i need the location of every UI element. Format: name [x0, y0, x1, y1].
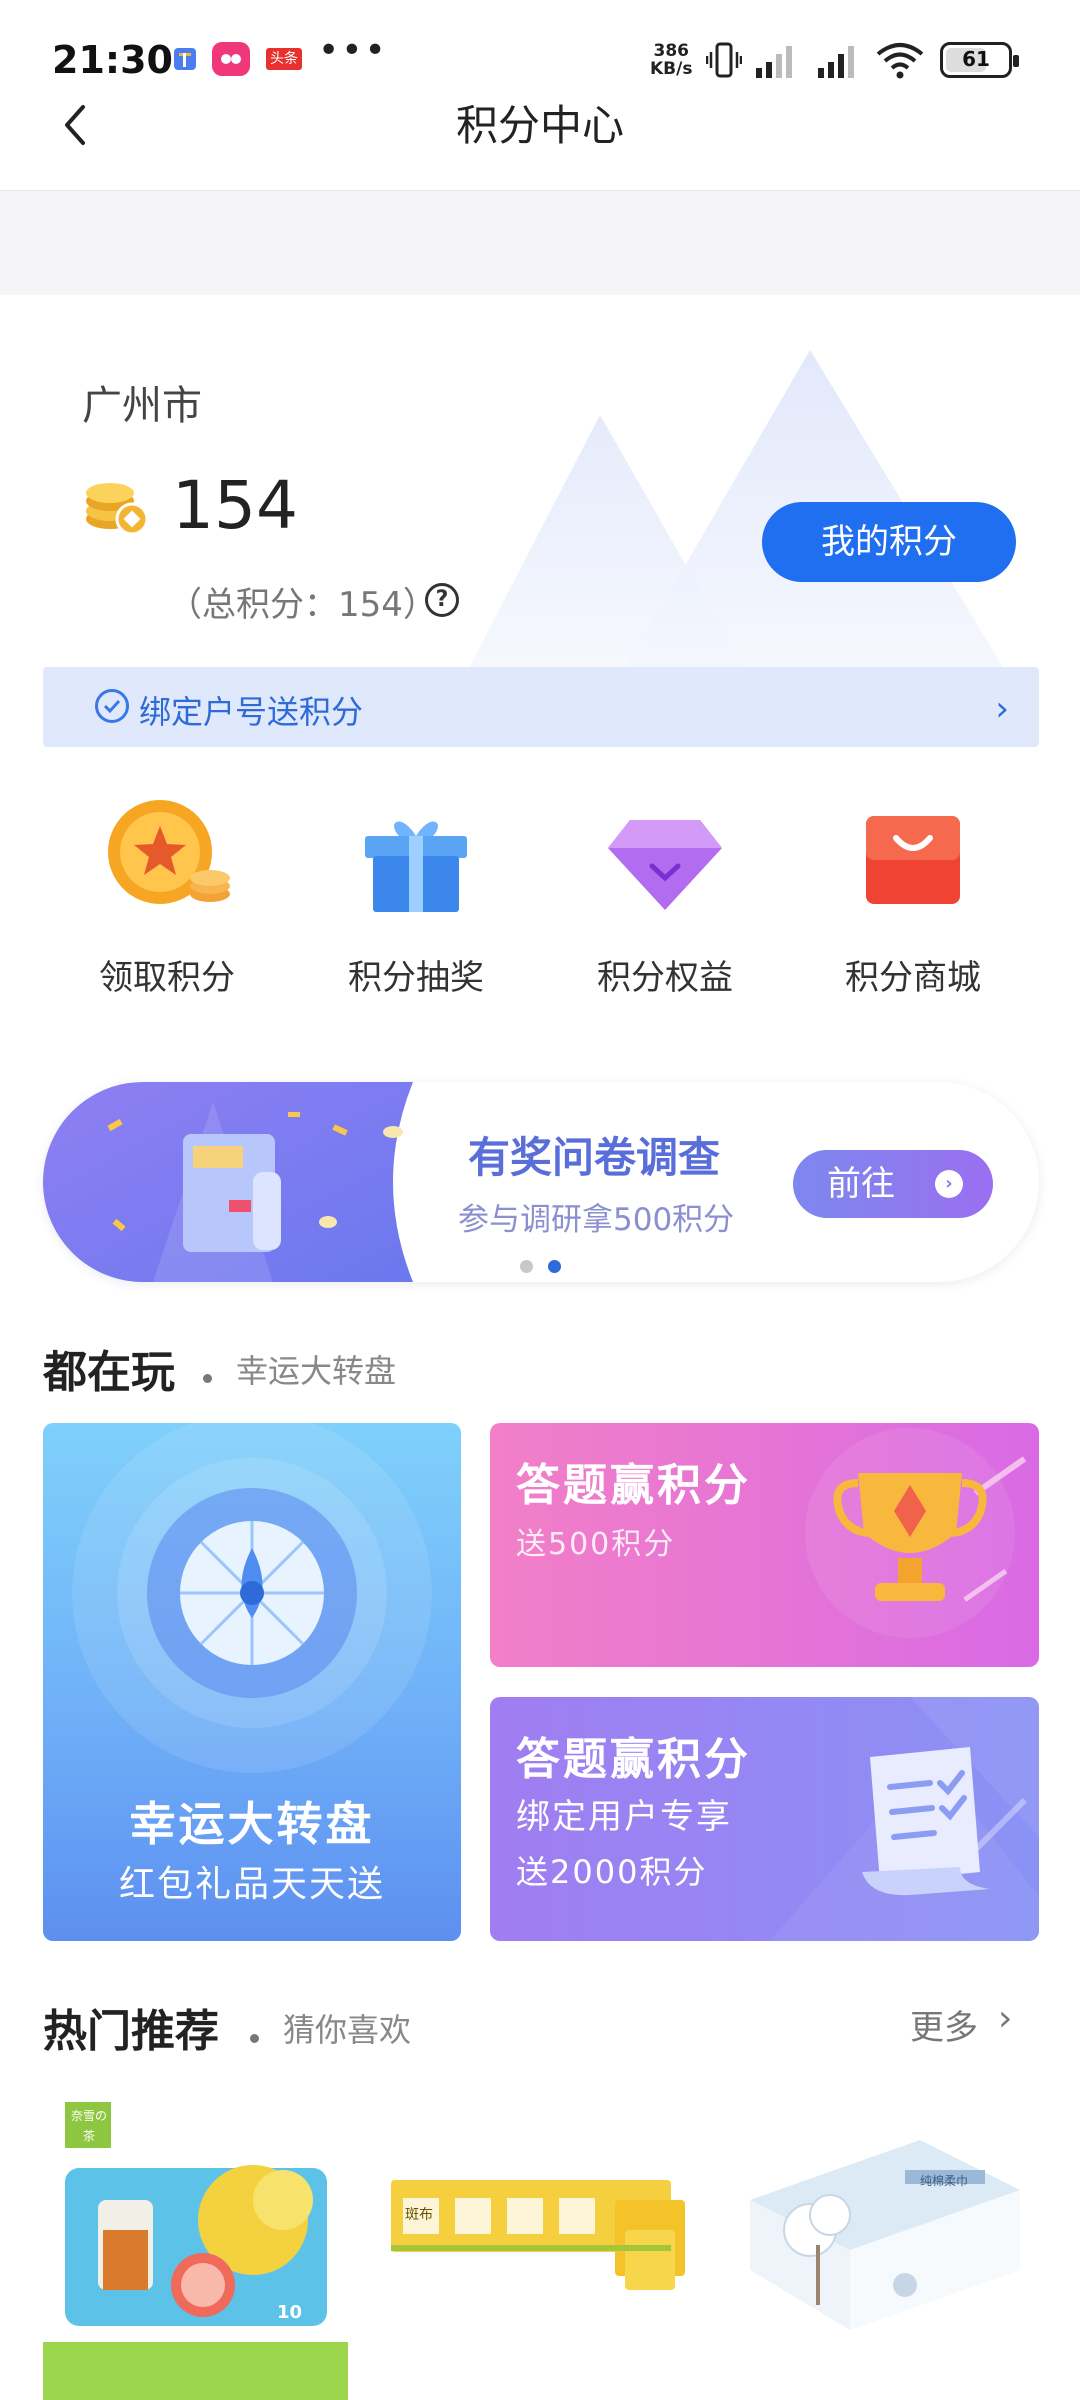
bind-account-banner[interactable]: 绑定户号送积分 ›	[43, 667, 1039, 747]
lucky-wheel-card[interactable]: 幸运大转盘 红包礼品天天送	[43, 1423, 461, 1941]
more-link[interactable]: 更多	[910, 2000, 978, 2049]
signal-icon	[754, 40, 802, 84]
quiz-card-500[interactable]: 答题赢积分 送500积分	[490, 1423, 1039, 1667]
carousel-dot-active	[548, 1260, 561, 1273]
check-circle-icon	[95, 689, 129, 723]
product-brand: 斑布	[405, 2207, 433, 2223]
page-title: 积分中心	[455, 101, 624, 150]
lucky-wheel-subtitle: 红包礼品天天送	[118, 1864, 385, 1905]
quiz-title: 答题赢积分	[516, 1734, 751, 1785]
coin-stack-icon	[86, 483, 149, 536]
product-image	[385, 2080, 690, 2400]
quick-action-label: 积分权益	[597, 958, 733, 998]
total-points: （总积分：154）	[168, 585, 437, 625]
survey-title: 有奖问卷调查	[468, 1133, 721, 1182]
survey-subtitle: 参与调研拿500积分	[458, 1202, 735, 1238]
lucky-wheel-title: 幸运大转盘	[129, 1797, 375, 1851]
wifi-icon	[874, 40, 926, 84]
quick-action-label: 领取积分	[99, 958, 235, 998]
app-notification-icon	[212, 42, 250, 76]
battery-level: 61	[962, 47, 990, 71]
product-badge: 10	[277, 2302, 303, 2323]
my-points-button[interactable]: 我的积分	[762, 502, 1016, 582]
go-button-label: 前往	[827, 1164, 895, 1204]
gold-coin-star-icon	[108, 800, 230, 904]
more-notifications-icon: •••	[318, 30, 388, 71]
product-card-cotton[interactable]: 纯棉柔巾	[730, 2080, 1035, 2400]
go-button[interactable]: 前往 ›	[793, 1150, 993, 1218]
signal-icon	[816, 40, 864, 84]
status-bar: 21:30 头条 ••• 386 KB/s 61	[0, 0, 1080, 90]
product-image	[730, 2080, 1035, 2400]
diamond-icon	[608, 820, 722, 910]
chevron-right-icon[interactable]: ›	[998, 1998, 1012, 2039]
quick-action-label: 积分商城	[845, 958, 981, 998]
carousel-indicator	[518, 1260, 578, 1274]
section-subtitle-hot: 猜你喜欢	[283, 2011, 412, 2049]
status-time: 21:30	[52, 38, 173, 82]
quiz-reward: 送2000积分	[516, 1853, 708, 1891]
product-badge-note: 代金券	[267, 2328, 307, 2343]
quick-action-claim-points[interactable]: 领取积分	[67, 792, 267, 1012]
bind-account-label: 绑定户号送积分	[139, 693, 364, 731]
quick-action-lottery[interactable]: 积分抽奖	[316, 792, 516, 1012]
section-subtitle-playing: 幸运大转盘	[236, 1352, 397, 1390]
carousel-dot	[520, 1260, 533, 1273]
gift-box-icon	[365, 821, 467, 912]
survey-banner[interactable]: 有奖问卷调查 参与调研拿500积分 前往 ›	[43, 1082, 1039, 1282]
product-brand: 奈雪の茶	[70, 2109, 107, 2143]
arrow-circle-icon: ›	[935, 1170, 963, 1198]
quick-action-mall[interactable]: 积分商城	[813, 792, 1013, 1012]
section-title-hot: 热门推荐	[43, 2006, 219, 2057]
section-separator-dot	[203, 1374, 212, 1383]
quiz-subtitle: 送500积分	[516, 1527, 676, 1562]
quick-action-label: 积分抽奖	[348, 958, 484, 998]
section-title-playing: 都在玩	[43, 1347, 175, 1398]
section-separator-dot	[250, 2034, 259, 2043]
quiz-card-2000[interactable]: 答题赢积分 绑定用户专享 送2000积分	[490, 1697, 1039, 1941]
help-icon[interactable]: ?	[425, 583, 459, 617]
vibrate-icon	[705, 40, 743, 84]
chevron-right-icon: ›	[995, 689, 1009, 729]
battery-icon: 61	[940, 42, 1019, 78]
quiz-subtitle: 绑定用户专享	[516, 1797, 732, 1837]
shopping-bag-icon	[866, 816, 960, 904]
net-speed-unit: KB/s	[650, 59, 693, 79]
points-balance: 154	[172, 467, 298, 544]
survey-illustration	[43, 1082, 413, 1282]
quick-action-benefits[interactable]: 积分权益	[565, 792, 765, 1012]
product-card-tissue[interactable]: 斑布	[385, 2080, 690, 2400]
product-card-nayuki[interactable]: 奈雪の茶 10 代金券	[43, 2080, 348, 2400]
app-notification-icon	[172, 42, 198, 76]
city-label: 广州市	[82, 383, 202, 429]
toutiao-app-icon: 头条	[266, 48, 302, 70]
network-speed: 386 KB/s	[650, 42, 692, 78]
spacer-band	[0, 191, 1080, 295]
product-brand: 纯棉柔巾	[920, 2174, 969, 2188]
net-speed-value: 386	[653, 41, 689, 61]
quiz-title: 答题赢积分	[516, 1460, 751, 1511]
